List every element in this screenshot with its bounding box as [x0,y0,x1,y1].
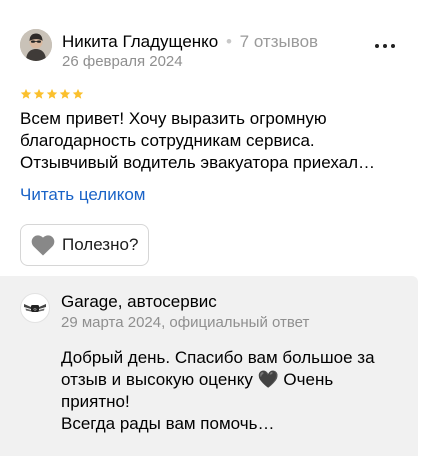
garage-logo-icon: G [20,293,50,323]
star-icon [20,88,32,99]
more-icon [391,44,395,48]
star-icon [72,88,84,99]
author-reviews-count: 7 отзывов [239,32,319,51]
more-icon [375,44,379,48]
reply-text-line: Добрый день. Спасибо вам большое за [61,348,375,367]
reply-text-line: Всегда рады вам помочь… [61,414,275,433]
reply-text: Добрый день. Спасибо вам большое за отзы… [61,347,411,435]
star-icon [59,88,71,99]
review-text: Всем привет! Хочу выразить огромную благ… [20,108,410,174]
svg-text:G: G [33,306,36,311]
avatar[interactable] [20,29,52,61]
separator-dot: • [225,32,232,51]
read-more-link[interactable]: Читать целиком [20,184,146,206]
helpful-label: Полезно? [62,235,139,254]
more-button[interactable] [370,34,400,58]
review-text-line: благодарность сотрудникам сервиса. [20,131,315,150]
author-line: Никита Гладущенко • 7 отзывов [62,32,318,52]
reply-meta: 29 марта 2024, официальный ответ [61,314,310,331]
helpful-button[interactable]: Полезно? [20,224,149,266]
review-text-line: Всем привет! Хочу выразить огромную [20,109,327,128]
star-icon [33,88,45,99]
star-icon [46,88,58,99]
reply-text-line: отзыв и высокую оценку 🖤 Очень [61,370,334,389]
review-text-line: Отзывчивый водитель эвакуатора приехал… [20,153,376,172]
review-date: 26 февраля 2024 [62,53,183,70]
rating-stars [20,88,84,100]
heart-icon [31,235,55,256]
company-name[interactable]: Garage, автосервис [61,292,217,312]
more-icon [383,44,387,48]
review-card: Никита Гладущенко • 7 отзывов 26 февраля… [0,0,423,456]
author-name[interactable]: Никита Гладущенко [62,32,218,51]
reply-text-line: приятно! [61,392,130,411]
